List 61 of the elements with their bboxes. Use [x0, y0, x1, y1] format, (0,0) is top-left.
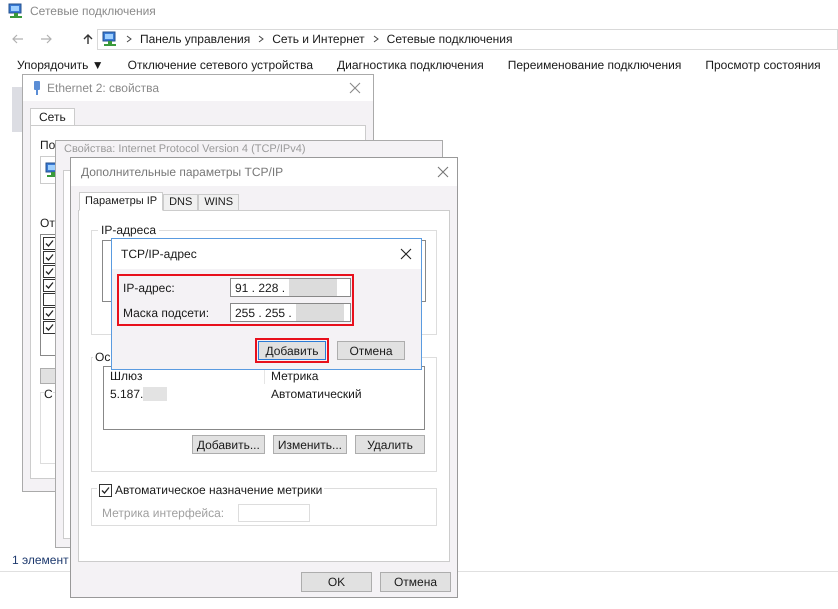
button[interactable]: Отмена — [337, 341, 405, 360]
redaction-blur — [296, 304, 344, 321]
button[interactable]: Изменить... — [272, 435, 347, 454]
field-label: Метрика интерфейса: — [102, 505, 224, 522]
chevron-icon — [258, 35, 264, 43]
network-icon — [8, 3, 24, 19]
field-label: Маска подсети: — [123, 304, 210, 322]
network-adapter-icon — [12, 87, 22, 132]
button[interactable]: Добавить... — [192, 435, 265, 454]
tab[interactable]: DNS — [163, 194, 198, 211]
button[interactable]: Отмена — [380, 572, 451, 592]
button[interactable]: OK — [301, 572, 372, 592]
checkbox[interactable] — [43, 237, 56, 250]
toolbar-command[interactable]: Упорядочить ▼ — [17, 56, 104, 74]
address-bar[interactable]: Панель управления Сеть и Интернет Сетевые подключения — [97, 28, 838, 50]
group-label: IP-адреса — [100, 222, 158, 239]
column-header[interactable]: Метрика — [265, 367, 324, 384]
plug-icon — [33, 81, 41, 95]
metric-field[interactable] — [238, 504, 310, 522]
window-title: Дополнительные параметры TCP/IP — [81, 164, 284, 181]
status-text: 1 элемент — [12, 552, 69, 568]
window-title: TCP/IP-адрес — [121, 246, 198, 263]
button[interactable]: Добавить — [258, 341, 326, 360]
checkbox[interactable] — [43, 265, 56, 278]
toolbar-command[interactable]: Просмотр состояния — [705, 56, 821, 74]
field-label: По — [40, 137, 56, 154]
table-cell-text: Автоматический — [270, 386, 363, 402]
toolbar-command[interactable]: Отключение сетевого устройства — [128, 56, 314, 74]
tab[interactable]: Сеть — [30, 108, 75, 126]
breadcrumb[interactable]: Сетевые подключения — [386, 30, 512, 48]
window-title: Ethernet 2: свойства — [47, 80, 160, 97]
chevron-icon — [126, 35, 132, 43]
field-label: От — [40, 215, 55, 232]
checkbox[interactable] — [43, 307, 56, 320]
toolbar-command[interactable]: Диагностика подключения — [337, 56, 484, 74]
checkbox[interactable] — [43, 279, 56, 292]
checkbox[interactable] — [43, 293, 56, 306]
window-title: Свойства: Internet Protocol Version 4 (TCP/IPv4) — [64, 142, 306, 156]
close-icon[interactable] — [400, 248, 412, 260]
button[interactable]: Удалить — [355, 435, 425, 454]
window-title: Сетевые подключения — [30, 3, 156, 20]
group-label: Ос — [94, 349, 112, 366]
tab[interactable]: WINS — [198, 194, 240, 211]
ip-address-field[interactable]: 255 . 255 . — [230, 303, 351, 322]
check-icon — [101, 486, 110, 494]
breadcrumb[interactable]: Сеть и Интернет — [272, 30, 365, 48]
redaction-blur — [289, 279, 338, 296]
checkbox[interactable] — [43, 251, 56, 264]
checkbox[interactable] — [43, 321, 56, 334]
toolbar-command[interactable]: Переименование подключения — [508, 56, 682, 74]
chevron-icon — [372, 35, 379, 43]
up-arrow-icon[interactable] — [82, 33, 94, 45]
table-cell-text: 5.187. — [110, 386, 144, 402]
breadcrumb[interactable]: Панель управления — [140, 30, 250, 48]
network-icon — [102, 31, 118, 47]
checkbox[interactable] — [99, 484, 112, 496]
tab[interactable]: Параметры IP — [79, 192, 164, 211]
checkbox-label[interactable]: Автоматическое назначение метрики — [115, 481, 322, 499]
ip-address-field[interactable]: 91 . 228 . — [230, 278, 351, 297]
redaction-blur — [143, 386, 168, 400]
field-label: IP-адрес: — [123, 280, 176, 296]
